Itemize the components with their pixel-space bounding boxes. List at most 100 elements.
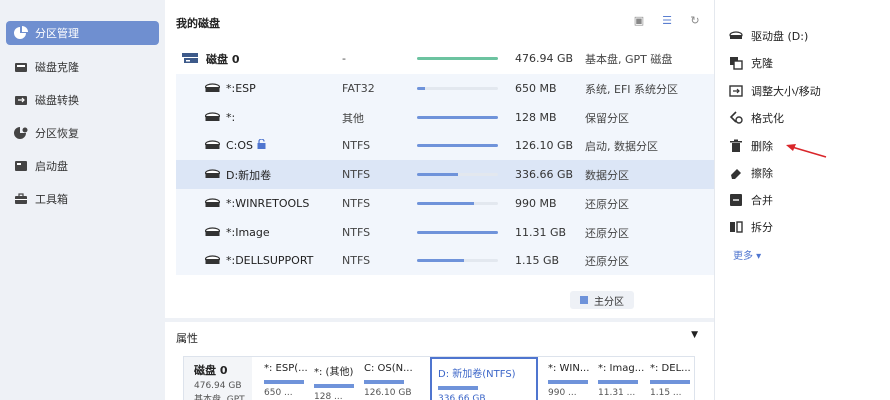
partition-fs: NTFS xyxy=(342,197,371,210)
more-button[interactable]: 更多 ▾ xyxy=(733,247,761,262)
partition-fs: NTFS xyxy=(342,226,371,239)
partition-fs: FAT32 xyxy=(342,82,375,95)
partition-icon xyxy=(205,83,220,92)
page-title: 我的磁盘 xyxy=(176,17,220,30)
disk-map-disk-type: 基本盘, GPT ... xyxy=(194,395,257,400)
sidebar-item-label: 磁盘克隆 xyxy=(35,61,79,74)
partition-fs: 其他 xyxy=(342,111,364,125)
action-trash-button[interactable]: 删除 xyxy=(729,138,773,154)
sidebar-item-boot-disk[interactable]: 启动盘 xyxy=(6,154,159,178)
disk-map-partition-label: *: (其他) xyxy=(314,367,354,378)
action-eraser-button[interactable]: 擦除 xyxy=(729,165,773,181)
action-label: 克隆 xyxy=(751,57,773,70)
list-view-icon[interactable]: ☰ xyxy=(660,14,674,27)
refresh-icon[interactable]: ↻ xyxy=(688,14,702,27)
split-icon xyxy=(730,221,743,233)
disk-map-partition[interactable]: *: DEL... 1.15 ... xyxy=(644,357,696,400)
partition-size: 126.10 GB xyxy=(515,139,574,152)
partition-usage-bar xyxy=(417,116,498,119)
partition-usage-bar xyxy=(417,173,498,176)
legend-primary-partition: 主分区 xyxy=(570,291,634,309)
partition-info: 还原分区 xyxy=(585,254,629,268)
disk-map-partition-label: C: OS(N... xyxy=(364,363,413,374)
sidebar: 分区管理 磁盘克隆 磁盘转换 分区恢复 启动盘 工具箱 xyxy=(0,0,165,400)
partition-row[interactable]: *: 其他 128 MB 保留分区 xyxy=(176,103,714,132)
partition-fs: NTFS xyxy=(342,168,371,181)
action-label: 拆分 xyxy=(751,221,773,234)
disk-info: 基本盘, GPT 磁盘 xyxy=(585,52,673,66)
eraser-icon xyxy=(731,169,741,179)
action-format-button[interactable]: 格式化 xyxy=(729,110,784,126)
selected-drive-header: 驱动盘 (D:) xyxy=(729,28,808,44)
partition-size: 336.66 GB xyxy=(515,168,574,181)
partition-row[interactable]: *:Image NTFS 11.31 GB 还原分区 xyxy=(176,218,714,247)
disk-map-partition-bar xyxy=(548,380,588,384)
clone-icon xyxy=(730,57,743,70)
disk-list-panel: 我的磁盘 ▣ ☰ ↻ 磁盘 0 - 476.94 GB 基本盘, GPT 磁盘 … xyxy=(165,0,714,318)
partition-name: C:OS xyxy=(226,139,254,152)
selected-drive-label: 驱动盘 (D:) xyxy=(751,30,809,43)
disk-map-partition-bar xyxy=(598,380,638,384)
properties-panel: 属性 ▼ 磁盘 0 476.94 GB 基本盘, GPT ... *: ESP(… xyxy=(165,322,714,400)
collapse-arrow-icon[interactable]: ▼ xyxy=(691,330,698,340)
partition-row[interactable]: C:OS NTFS 126.10 GB 启动, 数据分区 xyxy=(176,131,714,160)
legend-swatch xyxy=(580,296,588,304)
disk-map-partition-label: *: Imag... xyxy=(598,363,644,374)
disk-map-partition-label: *: DEL... xyxy=(650,363,691,374)
partition-info: 启动, 数据分区 xyxy=(585,139,658,153)
action-split-button[interactable]: 拆分 xyxy=(729,219,773,235)
sidebar-item-partition-manager[interactable]: 分区管理 xyxy=(6,21,159,45)
disk-map-partition[interactable]: C: OS(N... 126.10 GB xyxy=(358,357,430,400)
disk-map-partition[interactable]: D: 新加卷(NTFS) 336.66 GB xyxy=(430,357,538,400)
sidebar-item-disk-convert[interactable]: 磁盘转换 xyxy=(6,88,159,112)
partition-row[interactable]: *:WINRETOOLS NTFS 990 MB 还原分区 xyxy=(176,189,714,218)
disk-map-disk[interactable]: 磁盘 0 476.94 GB 基本盘, GPT ... xyxy=(184,357,257,400)
partition-name: *:Image xyxy=(226,226,270,239)
disk-map-partition-bar xyxy=(314,384,354,388)
action-label: 调整大小/移动 xyxy=(751,85,821,98)
disk-row[interactable]: 磁盘 0 - 476.94 GB 基本盘, GPT 磁盘 xyxy=(176,44,714,73)
sidebar-item-toolbox[interactable]: 工具箱 xyxy=(6,187,159,211)
disk-map-partition[interactable]: *: Imag... 11.31 ... xyxy=(592,357,644,400)
partition-row[interactable]: D:新加卷 NTFS 336.66 GB 数据分区 xyxy=(176,160,714,189)
sidebar-item-label: 分区管理 xyxy=(35,27,79,40)
action-resize-button[interactable]: 调整大小/移动 xyxy=(729,83,821,99)
partition-fs: NTFS xyxy=(342,254,371,267)
partition-name: D:新加卷 xyxy=(226,168,272,182)
partition-size: 650 MB xyxy=(515,82,557,95)
disk-map-partition-label: *: WIN... xyxy=(548,363,590,374)
disk-usage-bar xyxy=(417,57,498,60)
sidebar-item-partition-recovery[interactable]: 分区恢复 xyxy=(6,121,159,145)
view-toggle: ▣ ☰ ↻ xyxy=(632,14,702,27)
disk-map-partition[interactable]: *: ESP(... 650 ... xyxy=(258,357,308,400)
disk-map-partition-size: 990 ... xyxy=(548,388,577,398)
properties-title: 属性 xyxy=(176,332,198,345)
partition-row[interactable]: *:DELLSUPPORT NTFS 1.15 GB 还原分区 xyxy=(176,246,714,275)
action-label: 格式化 xyxy=(751,112,784,125)
sidebar-item-label: 工具箱 xyxy=(35,193,68,206)
partition-usage-bar xyxy=(417,231,498,234)
partition-fs: NTFS xyxy=(342,139,371,152)
drive-icon xyxy=(729,31,743,39)
partition-row[interactable]: *:ESP FAT32 650 MB 系统, EFI 系统分区 xyxy=(176,74,714,103)
clone-icon xyxy=(15,63,27,72)
disk-map-partition[interactable]: *: (其他) 128 ... xyxy=(308,357,358,400)
sidebar-item-disk-clone[interactable]: 磁盘克隆 xyxy=(6,55,159,79)
disk-map-partition-bar xyxy=(264,380,304,384)
disk-map-partition-bar xyxy=(650,380,690,384)
disk-map-partition-size: 650 ... xyxy=(264,388,293,398)
partition-info: 系统, EFI 系统分区 xyxy=(585,82,679,96)
disk-icon xyxy=(182,53,198,63)
disk-map-disk-size: 476.94 GB xyxy=(194,381,242,391)
disk-map-partition-label: D: 新加卷(NTFS) xyxy=(438,369,516,380)
action-clone-button[interactable]: 克隆 xyxy=(729,55,773,71)
action-merge-button[interactable]: 合并 xyxy=(729,192,773,208)
partition-size: 990 MB xyxy=(515,197,557,210)
disk-map-partition-size: 126.10 GB xyxy=(364,388,412,398)
partition-name: *:WINRETOOLS xyxy=(226,197,310,210)
grid-view-icon[interactable]: ▣ xyxy=(632,14,646,27)
disk-map-partition[interactable]: *: WIN... 990 ... xyxy=(542,357,592,400)
partition-icon xyxy=(205,112,220,121)
partition-usage-bar xyxy=(417,259,498,262)
merge-icon xyxy=(730,194,742,206)
